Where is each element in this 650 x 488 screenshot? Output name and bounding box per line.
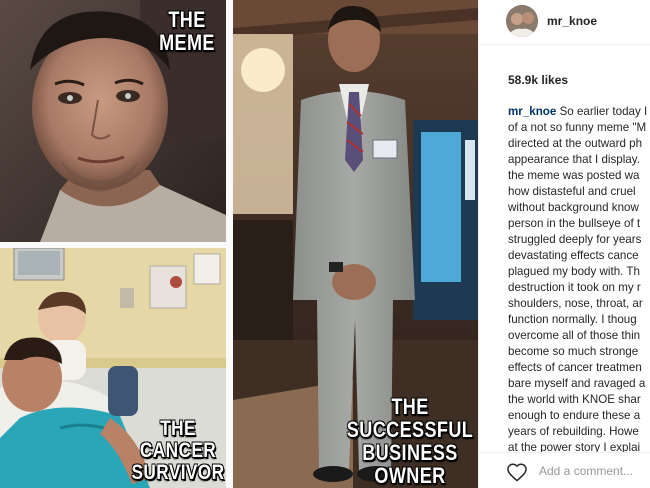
avatar[interactable] — [506, 5, 538, 37]
username-link[interactable]: mr_knoe — [547, 14, 597, 28]
caption-line: become so much stronge — [508, 345, 639, 358]
post-image[interactable]: THE MEME THE CANCER SURVIVOR THE SUCCESS… — [0, 0, 478, 488]
cancer-caption-line: SURVIVOR — [131, 461, 225, 484]
cancer-caption: THE CANCER SURVIVOR — [121, 418, 236, 484]
comment-bar — [479, 452, 650, 488]
business-caption: THE SUCCESSFUL BUSINESS OWNER — [340, 395, 478, 487]
meme-caption-line: MEME — [159, 30, 215, 55]
caption-line: of a not so funny meme "M — [508, 121, 647, 134]
caption-line: without background know — [508, 201, 639, 214]
cancer-caption-line: THE — [160, 417, 196, 440]
likes-count[interactable]: 58.9k likes — [508, 73, 568, 87]
caption-line: bare myself and ravaged a — [508, 377, 646, 390]
post-header: mr_knoe — [479, 0, 650, 45]
caption-line: plagued my body with. Th — [508, 265, 640, 278]
caption-line: overcome all of those thin — [508, 329, 641, 342]
caption-line: enough to endure these a — [508, 409, 641, 422]
heart-icon[interactable] — [506, 462, 528, 482]
caption-username-link[interactable]: mr_knoe — [508, 105, 556, 118]
caption-line: appearance that I display. — [508, 153, 640, 166]
caption-line: destruction it took on my r — [508, 281, 641, 294]
caption-line: the world with KNOE shar — [508, 393, 641, 406]
business-caption-line: OWNER — [374, 463, 446, 488]
caption-line: function normally. I thoug — [508, 313, 637, 326]
post-sidebar: mr_knoe 58.9k likes mr_knoe So earlier t… — [478, 0, 650, 488]
comment-input[interactable] — [537, 461, 650, 481]
caption-line: effects of cancer treatmen — [508, 361, 642, 374]
caption-line: years of rebuilding. Howe — [508, 425, 639, 438]
business-caption-line: THE — [391, 394, 429, 419]
business-caption-line: SUCCESSFUL — [346, 417, 474, 442]
caption-line: shoulders, nose, throat, ar — [508, 297, 643, 310]
meme-caption-line: THE — [168, 7, 206, 32]
meme-caption: THE MEME — [148, 8, 225, 54]
caption-line: struggled deeply for years — [508, 233, 642, 246]
caption-text: So earlier today I saw — [559, 105, 650, 118]
caption-line: directed at the outward ph — [508, 137, 643, 150]
avatar-image — [506, 5, 538, 37]
caption-line: the meme was posted wa — [508, 169, 640, 182]
post-caption: mr_knoe So earlier today I saw of a not … — [508, 104, 650, 456]
cancer-caption-line: CANCER — [139, 439, 217, 462]
caption-line: devastating effects cance — [508, 249, 639, 262]
business-caption-line: BUSINESS — [362, 440, 458, 465]
caption-line: person in the bullseye of t — [508, 217, 641, 230]
caption-line: mr_knoe So earlier today I saw — [508, 104, 650, 120]
caption-line: how distasteful and cruel — [508, 185, 636, 198]
